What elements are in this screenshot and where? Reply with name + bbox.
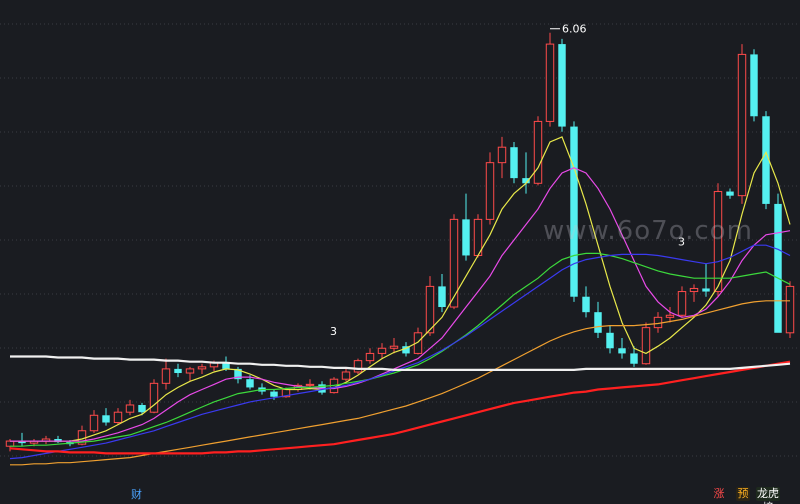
candle-body-up (197, 366, 207, 370)
candle-body-down (702, 288, 710, 292)
candle-body-down (558, 44, 566, 127)
candle-body-down (630, 353, 638, 364)
candle-body-down (462, 219, 470, 256)
candlestick-chart[interactable]: 6.0633 (0, 0, 800, 504)
chart-annotations: 6.0633 (330, 23, 685, 338)
candle-body-up (497, 146, 507, 164)
candle-body-up (485, 162, 495, 220)
candle-body-up (377, 347, 387, 354)
moving-average-line (10, 355, 791, 371)
candle-body-up (89, 414, 99, 432)
candle-body-up (641, 327, 651, 365)
limit-up-badge[interactable]: 涨 (712, 487, 726, 501)
forecast-badge[interactable]: 预 (736, 487, 750, 501)
candle-body-up (449, 218, 459, 308)
signal-label: 3 (330, 325, 337, 338)
candle-body-up (125, 404, 135, 413)
candle-body-down (774, 203, 782, 333)
candle-body-up (425, 285, 435, 334)
candle-body-up (689, 287, 699, 293)
candle-body-down (174, 368, 182, 374)
candle-body-up (785, 285, 795, 334)
candle-body-down (618, 348, 626, 354)
candle-body-up (341, 371, 351, 380)
candle-body-up (389, 345, 399, 349)
candle-body-down (606, 332, 614, 349)
candle-body-up (149, 382, 159, 413)
candle-body-down (438, 286, 446, 308)
candle-body-down (582, 296, 590, 313)
candle-body-down (570, 126, 578, 297)
candle-body-up (161, 368, 171, 384)
moving-average-line (9, 244, 791, 460)
candle-body-up (665, 314, 675, 318)
stock-chart-window: 6.0633 www.6o7o.com 财 涨 预 龙虎榜 (0, 0, 800, 504)
candle-body-up (5, 440, 15, 447)
candle-body-up (365, 352, 375, 362)
candle-body-down (138, 404, 146, 413)
candle-body-up (737, 53, 747, 197)
dragon-tiger-list-badge[interactable]: 龙虎榜 (756, 487, 780, 504)
candle-body-down (246, 379, 254, 388)
candle-body-down (726, 191, 734, 196)
watermark: www.6o7o.com (543, 216, 753, 246)
candle-body-up (305, 383, 315, 386)
candle-body-up (185, 368, 195, 374)
moving-average-line (10, 136, 791, 442)
candle-body-up (545, 43, 555, 122)
high-price-label: 6.06 (562, 23, 587, 36)
candle-body-up (533, 120, 543, 184)
candle-body-down (510, 147, 518, 179)
candle-body-down (102, 415, 110, 423)
candle-body-down (594, 312, 602, 333)
moving-average-line (10, 167, 791, 442)
candle-body-up (677, 291, 687, 316)
finance-event-marker[interactable]: 财 (131, 486, 142, 502)
candle-body-down (750, 54, 758, 117)
candle-body-up (353, 360, 363, 373)
candle-body-down (270, 391, 278, 397)
candle-body-up (113, 411, 123, 424)
